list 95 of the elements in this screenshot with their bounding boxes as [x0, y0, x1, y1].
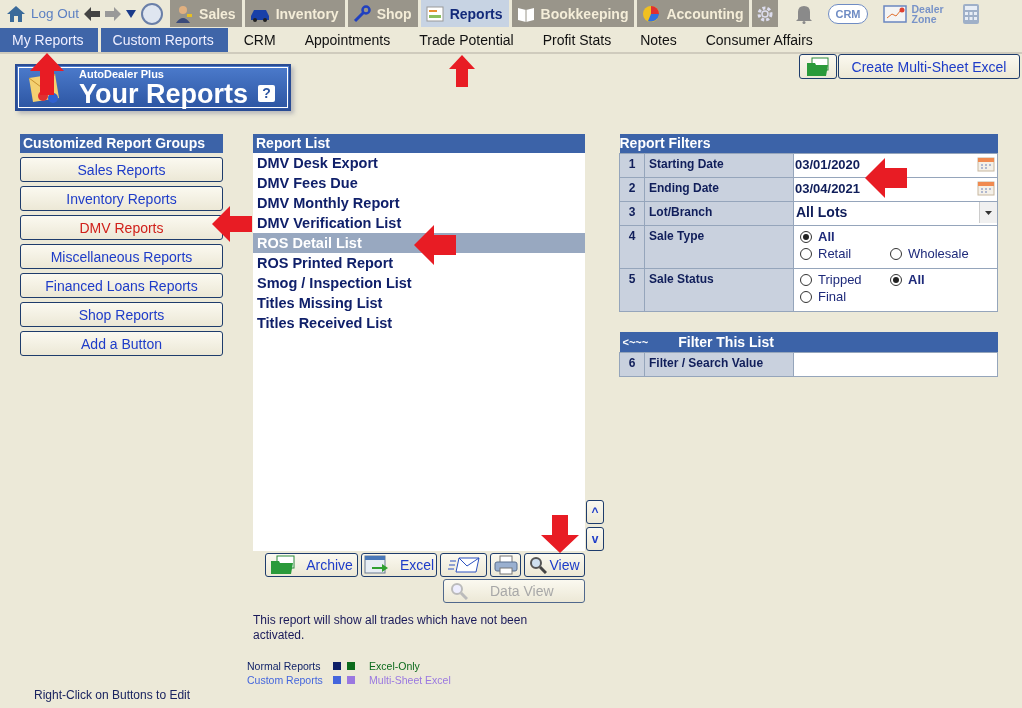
report-sheet-icon [425, 5, 444, 22]
pie-chart-icon [642, 4, 661, 23]
annotation-arrow [541, 515, 579, 553]
filter-label: Filter / Search Value [644, 352, 794, 377]
caret-icon[interactable] [126, 9, 137, 18]
folder-icon [806, 56, 830, 77]
search-icon [529, 556, 548, 574]
nav-tab[interactable]: Appointments [291, 28, 404, 52]
archive-button[interactable]: Archive [265, 553, 358, 577]
filter-label: Sale Status [644, 268, 794, 312]
row-number: 4 [619, 225, 645, 269]
row-number: 1 [619, 153, 645, 178]
back-link[interactable]: <~~~ [622, 332, 649, 352]
caret-icon [985, 210, 992, 215]
email-button[interactable] [440, 553, 487, 577]
folder-button[interactable] [799, 54, 837, 79]
annotation-arrow [449, 55, 475, 87]
nav-tab[interactable]: Trade Potential [406, 28, 527, 52]
radio-option[interactable]: Retail [800, 246, 890, 261]
radio-option[interactable]: Final [800, 289, 890, 304]
create-multi-sheet-excel-button[interactable]: Create Multi-Sheet Excel [838, 54, 1020, 79]
row-number: 6 [619, 352, 645, 377]
report-description: This report will show all trades which have not been activated. [253, 613, 529, 643]
panel-header: Report List [253, 134, 585, 153]
nav-tab[interactable]: My Reports [0, 28, 98, 52]
back-icon[interactable] [84, 6, 101, 21]
report-list-item[interactable]: Titles Missing List [253, 293, 585, 313]
row-number: 3 [619, 201, 645, 226]
report-group-button[interactable]: Inventory Reports [20, 186, 223, 211]
radio-option[interactable]: Wholesale [890, 246, 991, 261]
report-list-item[interactable]: Titles Received List [253, 313, 585, 333]
report-list-item[interactable]: DMV Verification List [253, 213, 585, 233]
help-button[interactable]: ? [258, 85, 275, 102]
radio-option[interactable]: All [890, 272, 991, 287]
print-icon [493, 555, 518, 575]
report-list-item[interactable]: ROS Printed Report [253, 253, 585, 273]
report-list-item[interactable]: DMV Fees Due [253, 173, 585, 193]
report-group-button[interactable]: Sales Reports [20, 157, 223, 182]
calendar-icon[interactable] [977, 180, 995, 196]
salesperson-icon [175, 4, 194, 23]
search-field[interactable] [793, 352, 998, 377]
book-icon [516, 5, 535, 22]
legend-label: Multi-Sheet Excel [369, 673, 452, 687]
page-title: Your Reports [79, 79, 248, 108]
wrench-icon [352, 4, 371, 23]
nav-tab[interactable]: CRM [230, 28, 289, 52]
panel-header: Customized Report Groups [20, 134, 223, 153]
radio-option[interactable]: All [800, 229, 991, 244]
scroll-up-button[interactable]: ^ [586, 500, 604, 524]
sheet-arrow-icon [363, 555, 390, 575]
nav-tab[interactable]: Profit Stats [529, 28, 625, 52]
report-group-button[interactable]: DMV Reports [20, 215, 223, 240]
brand-label: AutoDealer Plus [79, 67, 165, 80]
report-list-item[interactable]: DMV Monthly Report [253, 193, 585, 213]
report-group-button[interactable]: Financed Loans Reports [20, 273, 223, 298]
scroll-down-button[interactable]: v [586, 527, 604, 551]
view-button[interactable]: View [524, 553, 585, 577]
report-group-button[interactable]: Miscellaneous Reports [20, 244, 223, 269]
radio-option[interactable]: Tripped [800, 272, 890, 287]
calculator-icon[interactable] [962, 3, 979, 24]
home-icon [6, 4, 26, 23]
settings-icon [756, 4, 775, 23]
module-tab[interactable]: Reports [420, 0, 509, 27]
filter-label: Lot/Branch [644, 201, 794, 226]
report-group-button[interactable]: Add a Button [20, 331, 223, 356]
search-icon [450, 582, 468, 600]
annotation-arrow [865, 158, 907, 198]
legend-label: Excel-Only [369, 659, 421, 673]
annotation-arrow [414, 225, 456, 265]
filter-label: Starting Date [644, 153, 794, 178]
nav-tab[interactable]: Consumer Affairs [692, 28, 826, 52]
report-group-button[interactable]: Shop Reports [20, 302, 223, 327]
nav-tab[interactable]: Custom Reports [100, 28, 228, 52]
folder-icon [270, 555, 297, 575]
filter-label: Sale Type [644, 225, 794, 269]
filter-label: Ending Date [644, 177, 794, 202]
nav-tab[interactable]: Notes [627, 28, 690, 52]
legend-label: Custom Reports [247, 673, 324, 687]
annotation-arrow [30, 53, 64, 95]
excel-button[interactable]: Excel [361, 553, 437, 577]
row-number: 2 [619, 177, 645, 202]
print-button[interactable] [490, 553, 521, 577]
panel-header: Filter This List [678, 332, 774, 352]
settings-button[interactable] [752, 0, 779, 27]
hint-text: Right-Click on Buttons to Edit [34, 688, 192, 702]
email-icon [447, 556, 480, 574]
row-number: 5 [619, 268, 645, 312]
report-list-item[interactable]: DMV Desk Export [253, 153, 585, 173]
chart-screen-icon[interactable] [882, 4, 907, 23]
annotation-arrow [212, 206, 252, 242]
bell-icon[interactable] [795, 3, 814, 24]
panel-header: Report Filters [619, 134, 998, 154]
legend-label: Normal Reports [247, 659, 322, 673]
calendar-icon[interactable] [977, 156, 995, 172]
report-list-item[interactable]: Smog / Inspection List [253, 273, 585, 293]
